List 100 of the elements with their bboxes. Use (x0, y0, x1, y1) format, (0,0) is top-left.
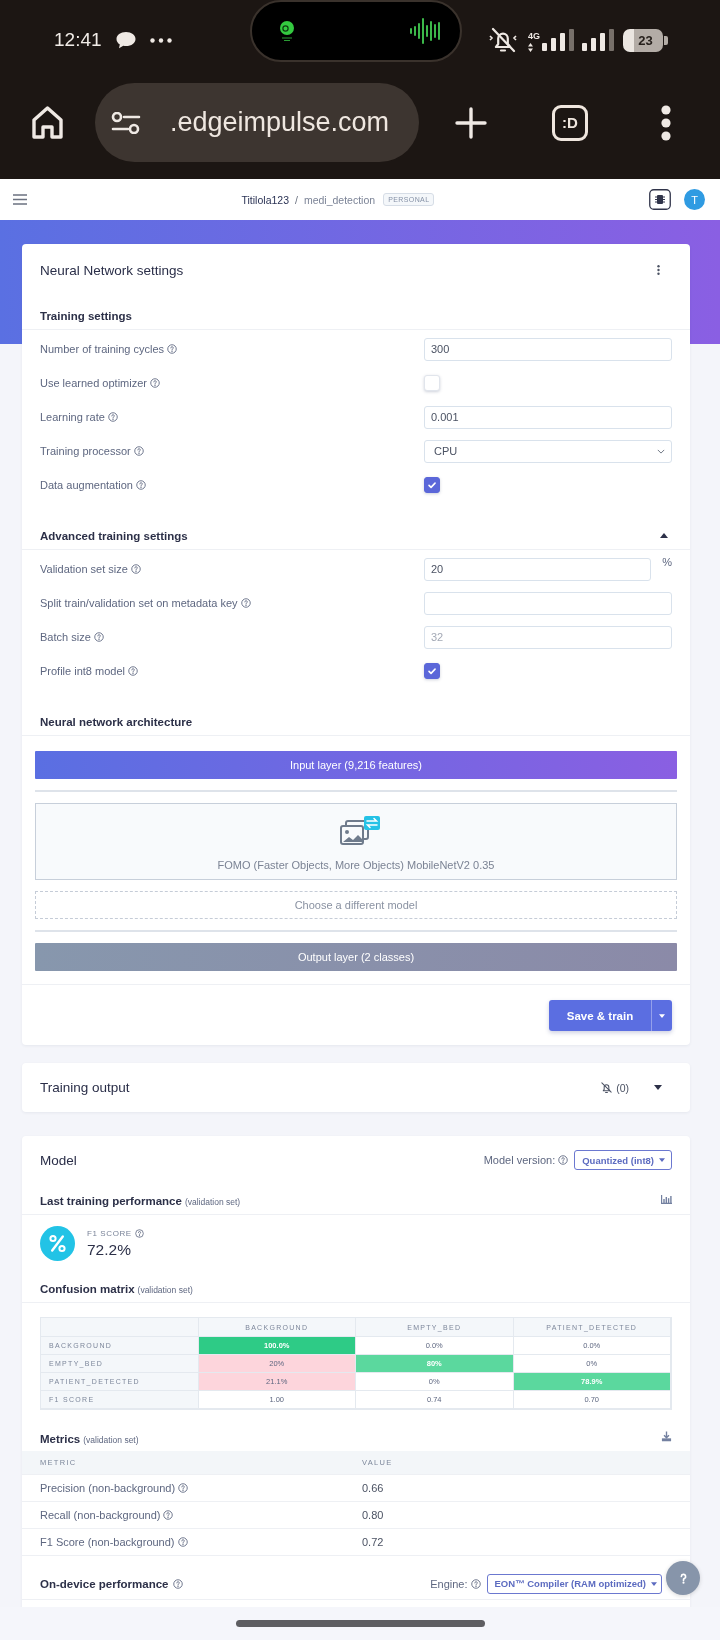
text-field[interactable]: 0.001 (424, 405, 672, 429)
save-train-button[interactable]: Save & train (549, 1000, 651, 1031)
section-title: Neural network architecture (40, 716, 193, 728)
owner-link[interactable]: Titilola123 (241, 193, 289, 206)
model-name: FOMO (Faster Objects, More Objects) MobileNetV2 0.35 (217, 859, 495, 871)
section-title: On-device performance (40, 1577, 169, 1590)
dropdown-button[interactable] (651, 1000, 672, 1031)
breadcrumb-separator: / (295, 193, 298, 206)
caret-down-icon[interactable] (654, 1085, 662, 1090)
caret-down-icon (659, 1158, 665, 1162)
section-title: Confusion matrix (40, 1283, 135, 1295)
help-icon[interactable] (107, 412, 118, 422)
checkbox[interactable] (424, 663, 440, 679)
address-bar[interactable]: .edgeimpulse.com (95, 83, 419, 162)
plus-icon[interactable] (455, 106, 487, 139)
clock-time: 12:41 (54, 29, 102, 51)
field-label: Validation set size (40, 563, 128, 575)
help-icon[interactable] (135, 480, 146, 490)
more-dots-icon (149, 37, 172, 43)
images-icon (340, 816, 380, 848)
output-layer-bar: Output layer (2 classes) (35, 943, 677, 971)
chat-bubble-icon (114, 31, 137, 49)
battery-indicator: 23 (623, 28, 668, 52)
chevron-down-icon[interactable] (657, 448, 665, 454)
help-icon[interactable] (133, 446, 144, 456)
sound-wave-icon (410, 18, 440, 44)
text-field[interactable]: 32 (424, 625, 672, 649)
table-cell: F1 Score (non-background) (40, 1536, 175, 1548)
text-field[interactable] (424, 591, 672, 615)
help-icon[interactable] (558, 1155, 569, 1165)
field-label: Data augmentation (40, 479, 133, 491)
help-icon[interactable] (163, 1510, 174, 1520)
field-label: Batch size (40, 631, 91, 643)
help-icon[interactable] (134, 1228, 144, 1238)
percent-icon (40, 1226, 75, 1261)
table-cell: Recall (non-background) (40, 1509, 161, 1521)
more-icon[interactable] (657, 265, 660, 275)
bell-off-icon (600, 1081, 614, 1094)
signal-icon (542, 29, 574, 51)
section-note: (validation set) (137, 1285, 193, 1295)
tune-icon[interactable] (111, 111, 141, 134)
caret-up-icon[interactable] (660, 533, 668, 538)
caret-down-icon (659, 1013, 665, 1018)
input-layer-bar: Input layer (9,216 features) (35, 751, 677, 779)
bar-chart-icon[interactable] (661, 1195, 672, 1204)
app-icon (278, 20, 296, 42)
help-icon[interactable] (128, 666, 138, 676)
help-icon[interactable] (93, 632, 104, 642)
card-title: Neural Network settings (40, 262, 184, 278)
metric-label: F1 SCORE (87, 1228, 132, 1238)
card-title: Training output (40, 1080, 131, 1095)
section-note: (validation set) (83, 1435, 139, 1445)
section-title: Last training performance (40, 1195, 182, 1207)
field-label: Profile int8 model (40, 665, 125, 677)
checkbox[interactable] (424, 477, 440, 493)
network-type: 4G (528, 30, 540, 41)
signal-icon (582, 29, 614, 51)
section-title: Training settings (40, 310, 132, 322)
tab-switcher-button[interactable]: :D (552, 104, 588, 141)
text-field[interactable]: 300 (424, 337, 672, 361)
notifications-button[interactable]: (0) (600, 1081, 629, 1094)
select-field[interactable]: CPU (424, 439, 672, 463)
help-icon[interactable] (167, 344, 178, 354)
field-label: Training processor (40, 445, 131, 457)
table-cell-text: 0.80 (362, 1509, 385, 1521)
engine-dropdown[interactable]: EON™ Compiler (RAM optimized) (486, 1573, 662, 1594)
caret-down-icon (651, 1581, 657, 1586)
download-icon[interactable] (661, 1431, 672, 1442)
project-link[interactable]: medi_detection (303, 193, 376, 206)
help-icon[interactable] (178, 1483, 189, 1493)
metric-value: 72.2% (87, 1240, 132, 1259)
table-cell-text: 0.66 (362, 1482, 385, 1494)
home-icon[interactable] (31, 105, 64, 140)
help-icon[interactable] (150, 378, 160, 388)
field-label: Model version: (483, 1154, 556, 1166)
help-icon[interactable] (173, 1578, 184, 1589)
help-icon[interactable] (240, 598, 251, 608)
muted-bell-icon (487, 25, 519, 55)
more-icon[interactable] (660, 104, 672, 141)
unit-label: % (661, 555, 672, 568)
field-label: Split train/validation set on metadata key (40, 597, 238, 609)
table-cell-text: 0.72 (362, 1536, 385, 1548)
text-field[interactable]: 20 (424, 557, 651, 581)
table-cell: Precision (non-background) (40, 1482, 176, 1494)
help-icon[interactable] (470, 1578, 481, 1589)
card-title: Model (40, 1152, 78, 1168)
field-label: Use learned optimizer (40, 377, 147, 389)
help-icon[interactable] (177, 1537, 188, 1547)
field-label: Number of training cycles (40, 343, 165, 355)
section-title: Metrics (40, 1433, 81, 1445)
help-icon[interactable] (130, 564, 141, 574)
chip-icon[interactable] (649, 189, 671, 210)
field-label: Engine: (430, 1577, 468, 1590)
section-title: Advanced training settings (40, 530, 188, 542)
data-arrows-icon (528, 42, 533, 52)
field-label: Learning rate (40, 411, 105, 423)
model-block[interactable]: FOMO (Faster Objects, More Objects) MobileNetV2 0.35 (35, 803, 677, 880)
version-dropdown[interactable]: Quantized (int8) (574, 1150, 672, 1170)
menu-icon[interactable] (13, 194, 27, 205)
section-note: (validation set) (184, 1197, 241, 1207)
